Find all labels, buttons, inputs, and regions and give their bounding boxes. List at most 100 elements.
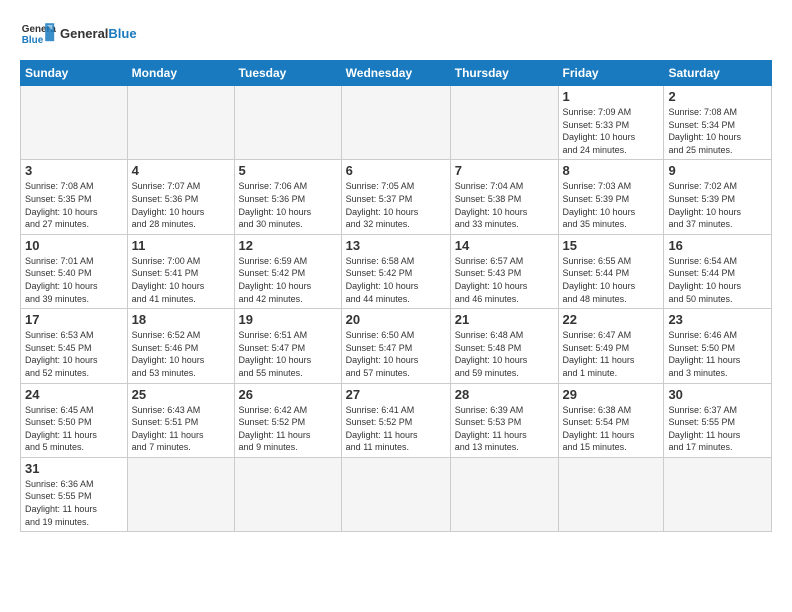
day-number: 21 [455, 312, 554, 327]
calendar-cell: 7Sunrise: 7:04 AM Sunset: 5:38 PM Daylig… [450, 160, 558, 234]
day-info: Sunrise: 7:02 AM Sunset: 5:39 PM Dayligh… [668, 180, 767, 230]
calendar-cell: 15 Sunrise: 6:55 AM Sunset: 5:44 PM Dayli… [558, 234, 664, 308]
day-number: 6 [346, 163, 446, 178]
calendar-cell: 1 Sunrise: 7:09 AM Sunset: 5:33 PM Daylig… [558, 86, 664, 160]
day-number: 8 [563, 163, 660, 178]
calendar-cell [127, 86, 234, 160]
weekday-header-wednesday: Wednesday [341, 61, 450, 86]
calendar-cell: 18Sunrise: 6:52 AM Sunset: 5:46 PM Dayli… [127, 309, 234, 383]
weekday-header-friday: Friday [558, 61, 664, 86]
calendar-week-row: 17 Sunrise: 6:53 AM Sunset: 5:45 PM Dayli… [21, 309, 772, 383]
day-info: Sunrise: 6:54 AM Sunset: 5:44 PM Dayligh… [668, 255, 767, 305]
day-number: 3 [25, 163, 123, 178]
day-info: Sunrise: 6:51 AM Sunset: 5:47 PM Dayligh… [239, 329, 337, 379]
day-info: Sunrise: 6:39 AM Sunset: 5:53 PM Dayligh… [455, 404, 554, 454]
day-info: Sunrise: 6:48 AM Sunset: 5:48 PM Dayligh… [455, 329, 554, 379]
weekday-header-sunday: Sunday [21, 61, 128, 86]
day-number: 17 [25, 312, 123, 327]
calendar-cell [558, 457, 664, 531]
calendar-cell [234, 457, 341, 531]
day-info: Sunrise: 7:08 AM Sunset: 5:34 PM Dayligh… [668, 106, 767, 156]
day-info: Sunrise: 6:42 AM Sunset: 5:52 PM Dayligh… [239, 404, 337, 454]
day-number: 4 [132, 163, 230, 178]
day-info: Sunrise: 7:08 AM Sunset: 5:35 PM Dayligh… [25, 180, 123, 230]
day-info: Sunrise: 6:52 AM Sunset: 5:46 PM Dayligh… [132, 329, 230, 379]
calendar-cell: 21 Sunrise: 6:48 AM Sunset: 5:48 PM Dayli… [450, 309, 558, 383]
day-info: Sunrise: 7:06 AM Sunset: 5:36 PM Dayligh… [239, 180, 337, 230]
calendar-cell: 5Sunrise: 7:06 AM Sunset: 5:36 PM Daylig… [234, 160, 341, 234]
day-number: 25 [132, 387, 230, 402]
day-info: Sunrise: 6:53 AM Sunset: 5:45 PM Dayligh… [25, 329, 123, 379]
day-info: Sunrise: 7:00 AM Sunset: 5:41 PM Dayligh… [132, 255, 230, 305]
logo-text: GeneralBlue [60, 27, 137, 41]
day-number: 13 [346, 238, 446, 253]
day-number: 23 [668, 312, 767, 327]
day-number: 1 [563, 89, 660, 104]
day-number: 10 [25, 238, 123, 253]
calendar-cell: 12Sunrise: 6:59 AM Sunset: 5:42 PM Dayli… [234, 234, 341, 308]
calendar-cell: 13 Sunrise: 6:58 AM Sunset: 5:42 PM Dayli… [341, 234, 450, 308]
day-info: Sunrise: 6:45 AM Sunset: 5:50 PM Dayligh… [25, 404, 123, 454]
calendar-cell [450, 86, 558, 160]
calendar-cell: 8Sunrise: 7:03 AM Sunset: 5:39 PM Daylig… [558, 160, 664, 234]
logo: General Blue GeneralBlue [20, 16, 137, 52]
day-number: 26 [239, 387, 337, 402]
calendar-cell [341, 86, 450, 160]
calendar-cell: 10 Sunrise: 7:01 AM Sunset: 5:40 PM Dayli… [21, 234, 128, 308]
calendar-cell: 28 Sunrise: 6:39 AM Sunset: 5:53 PM Dayli… [450, 383, 558, 457]
day-number: 15 [563, 238, 660, 253]
calendar-cell [234, 86, 341, 160]
calendar-cell [450, 457, 558, 531]
calendar-week-row: 31 Sunrise: 6:36 AM Sunset: 5:55 PM Dayli… [21, 457, 772, 531]
calendar-cell: 24 Sunrise: 6:45 AM Sunset: 5:50 PM Dayli… [21, 383, 128, 457]
calendar-week-row: 3 Sunrise: 7:08 AM Sunset: 5:35 PM Daylig… [21, 160, 772, 234]
day-number: 11 [132, 238, 230, 253]
day-info: Sunrise: 6:55 AM Sunset: 5:44 PM Dayligh… [563, 255, 660, 305]
calendar-cell: 29Sunrise: 6:38 AM Sunset: 5:54 PM Dayli… [558, 383, 664, 457]
day-number: 31 [25, 461, 123, 476]
page-header: General Blue GeneralBlue [20, 16, 772, 52]
day-info: Sunrise: 7:04 AM Sunset: 5:38 PM Dayligh… [455, 180, 554, 230]
day-info: Sunrise: 7:07 AM Sunset: 5:36 PM Dayligh… [132, 180, 230, 230]
calendar-cell [21, 86, 128, 160]
day-number: 30 [668, 387, 767, 402]
calendar-cell: 14Sunrise: 6:57 AM Sunset: 5:43 PM Dayli… [450, 234, 558, 308]
day-info: Sunrise: 6:50 AM Sunset: 5:47 PM Dayligh… [346, 329, 446, 379]
weekday-header-row: SundayMondayTuesdayWednesdayThursdayFrid… [21, 61, 772, 86]
day-info: Sunrise: 6:37 AM Sunset: 5:55 PM Dayligh… [668, 404, 767, 454]
day-number: 16 [668, 238, 767, 253]
weekday-header-monday: Monday [127, 61, 234, 86]
calendar-cell: 9 Sunrise: 7:02 AM Sunset: 5:39 PM Daylig… [664, 160, 772, 234]
calendar-cell: 27Sunrise: 6:41 AM Sunset: 5:52 PM Dayli… [341, 383, 450, 457]
calendar-table: SundayMondayTuesdayWednesdayThursdayFrid… [20, 60, 772, 532]
day-info: Sunrise: 6:36 AM Sunset: 5:55 PM Dayligh… [25, 478, 123, 528]
day-number: 19 [239, 312, 337, 327]
day-number: 27 [346, 387, 446, 402]
day-info: Sunrise: 6:43 AM Sunset: 5:51 PM Dayligh… [132, 404, 230, 454]
weekday-header-saturday: Saturday [664, 61, 772, 86]
calendar-cell [664, 457, 772, 531]
day-number: 28 [455, 387, 554, 402]
day-number: 9 [668, 163, 767, 178]
calendar-cell: 6Sunrise: 7:05 AM Sunset: 5:37 PM Daylig… [341, 160, 450, 234]
svg-text:Blue: Blue [22, 35, 44, 46]
weekday-header-thursday: Thursday [450, 61, 558, 86]
calendar-cell: 19 Sunrise: 6:51 AM Sunset: 5:47 PM Dayli… [234, 309, 341, 383]
day-info: Sunrise: 6:58 AM Sunset: 5:42 PM Dayligh… [346, 255, 446, 305]
day-info: Sunrise: 7:01 AM Sunset: 5:40 PM Dayligh… [25, 255, 123, 305]
day-info: Sunrise: 7:09 AM Sunset: 5:33 PM Dayligh… [563, 106, 660, 156]
calendar-week-row: 1 Sunrise: 7:09 AM Sunset: 5:33 PM Daylig… [21, 86, 772, 160]
calendar-cell: 30 Sunrise: 6:37 AM Sunset: 5:55 PM Dayli… [664, 383, 772, 457]
day-number: 20 [346, 312, 446, 327]
day-number: 24 [25, 387, 123, 402]
calendar-cell: 22 Sunrise: 6:47 AM Sunset: 5:49 PM Dayli… [558, 309, 664, 383]
day-number: 22 [563, 312, 660, 327]
day-info: Sunrise: 6:38 AM Sunset: 5:54 PM Dayligh… [563, 404, 660, 454]
day-info: Sunrise: 6:47 AM Sunset: 5:49 PM Dayligh… [563, 329, 660, 379]
day-info: Sunrise: 6:46 AM Sunset: 5:50 PM Dayligh… [668, 329, 767, 379]
day-number: 2 [668, 89, 767, 104]
calendar-cell: 23 Sunrise: 6:46 AM Sunset: 5:50 PM Dayli… [664, 309, 772, 383]
day-number: 12 [239, 238, 337, 253]
weekday-header-tuesday: Tuesday [234, 61, 341, 86]
calendar-cell [127, 457, 234, 531]
